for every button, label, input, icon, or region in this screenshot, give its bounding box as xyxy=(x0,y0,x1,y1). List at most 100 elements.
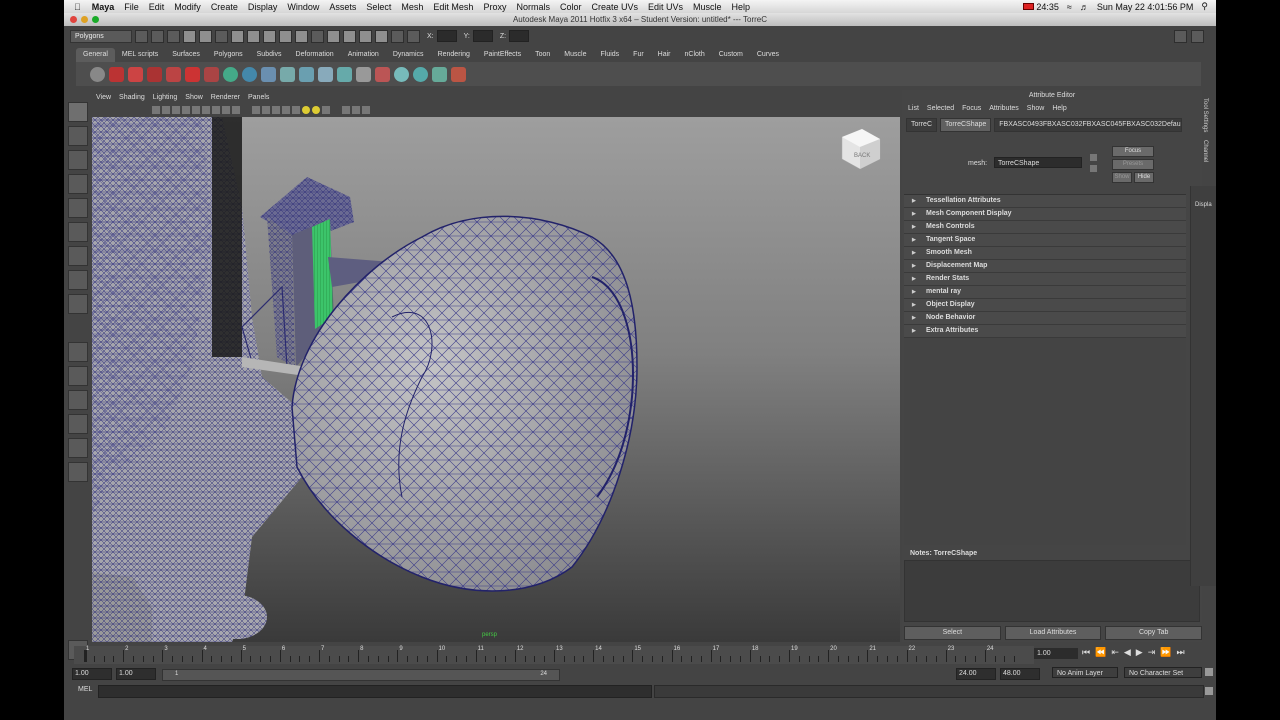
safe-action-icon[interactable] xyxy=(232,106,240,114)
image-plane-icon[interactable] xyxy=(172,106,180,114)
gate-mask-icon[interactable] xyxy=(212,106,220,114)
shelf-tab-custom[interactable]: Custom xyxy=(712,48,750,62)
command-input[interactable] xyxy=(98,685,652,698)
shelf-tab-rendering[interactable]: Rendering xyxy=(431,48,477,62)
presets-button[interactable]: Presets xyxy=(1112,159,1154,170)
go-to-start-icon[interactable]: ⏮ xyxy=(1082,647,1090,658)
shelf-red-tool-icon[interactable] xyxy=(166,66,181,82)
current-frame-field[interactable]: 1.00 xyxy=(1034,648,1078,659)
ae-tab-default-material[interactable]: FBXASC0493FBXASC032FBXASC045FBXASC032Def… xyxy=(994,118,1183,132)
view-cube[interactable]: BACK xyxy=(841,128,881,170)
section-extra-attributes[interactable]: Extra Attributes xyxy=(904,325,1186,338)
section-node-behavior[interactable]: Node Behavior xyxy=(904,312,1186,325)
viewport-menu-shading[interactable]: Shading xyxy=(115,92,149,103)
shelf-sphere-icon[interactable] xyxy=(394,66,409,82)
open-scene-icon[interactable] xyxy=(151,29,164,43)
menu-help[interactable]: Help xyxy=(727,2,756,12)
section-mental-ray[interactable]: mental ray xyxy=(904,286,1186,299)
tool-settings-tab[interactable]: Tool Settings xyxy=(1202,98,1208,132)
wireframe-icon[interactable] xyxy=(252,106,260,114)
range-slider[interactable]: 1 24 xyxy=(162,669,560,681)
y-field[interactable] xyxy=(472,30,493,42)
select-by-object-icon[interactable] xyxy=(199,29,212,43)
copy-tab-button[interactable]: Copy Tab xyxy=(1105,626,1203,640)
menu-file[interactable]: File xyxy=(119,2,144,12)
grid-toggle-icon[interactable] xyxy=(182,106,190,114)
hide-button[interactable]: Hide xyxy=(1134,172,1154,183)
persp-graph-layout-icon[interactable] xyxy=(67,414,88,434)
shelf-red-tool-icon[interactable] xyxy=(185,66,200,82)
viewport-menu-show[interactable]: Show xyxy=(181,92,207,103)
menu-edit[interactable]: Edit xyxy=(144,2,170,12)
menu-window[interactable]: Window xyxy=(282,2,324,12)
section-tangent-space[interactable]: Tangent Space xyxy=(904,234,1186,247)
ae-menu-selected[interactable]: Selected xyxy=(923,105,958,112)
menu-display[interactable]: Display xyxy=(243,2,283,12)
shelf-tab-surfaces[interactable]: Surfaces xyxy=(165,48,207,62)
shelf-sphere-icon[interactable] xyxy=(242,66,257,82)
toggle-attribute-editor-icon[interactable] xyxy=(1174,29,1187,43)
z-field[interactable] xyxy=(509,30,530,42)
go-to-output-icon[interactable] xyxy=(1090,165,1097,172)
shelf-sphere-icon[interactable] xyxy=(223,66,238,82)
menu-proxy[interactable]: Proxy xyxy=(478,2,511,12)
select-tool-icon[interactable] xyxy=(67,102,88,122)
xray-icon[interactable] xyxy=(322,106,330,114)
menu-create[interactable]: Create xyxy=(206,2,243,12)
section-displacement-map[interactable]: Displacement Map xyxy=(904,260,1186,273)
shelf-cube-icon[interactable] xyxy=(299,66,314,82)
move-tool-icon[interactable] xyxy=(67,174,88,194)
character-set-dropdown[interactable]: No Character Set xyxy=(1124,667,1202,678)
menu-select[interactable]: Select xyxy=(361,2,396,12)
shelf-red-tool-icon[interactable] xyxy=(375,66,390,82)
viewport-menu-lighting[interactable]: Lighting xyxy=(149,92,182,103)
high-quality-icon[interactable] xyxy=(352,106,360,114)
mesh-name-field[interactable]: TorreCShape xyxy=(994,157,1082,168)
snap-grid-icon[interactable] xyxy=(231,29,244,43)
paint-select-tool-icon[interactable] xyxy=(67,150,88,170)
play-backwards-icon[interactable]: ◀ xyxy=(1124,647,1131,658)
end-time-field[interactable]: 48.00 xyxy=(1000,668,1040,680)
menu-modify[interactable]: Modify xyxy=(169,2,206,12)
go-to-end-icon[interactable]: ⏭ xyxy=(1176,647,1184,658)
render-settings-icon[interactable] xyxy=(375,29,388,43)
shadows-icon[interactable] xyxy=(312,106,320,114)
shelf-menu-gear-icon[interactable] xyxy=(90,66,105,82)
shelf-tab-toon[interactable]: Toon xyxy=(528,48,557,62)
select-by-component-icon[interactable] xyxy=(215,29,228,43)
scale-tool-icon[interactable] xyxy=(67,222,88,242)
shelf-tab-deformation[interactable]: Deformation xyxy=(289,48,341,62)
history-icon[interactable] xyxy=(311,29,324,43)
lights-icon[interactable] xyxy=(302,106,310,114)
show-manipulator-icon[interactable] xyxy=(67,294,88,314)
snap-curve-icon[interactable] xyxy=(247,29,260,43)
snap-view-plane-icon[interactable] xyxy=(279,29,292,43)
viewport-menu-panels[interactable]: Panels xyxy=(244,92,273,103)
notes-textarea[interactable] xyxy=(904,560,1200,622)
smooth-shade-icon[interactable] xyxy=(262,106,270,114)
channel-box-tab[interactable]: Channel xyxy=(1202,140,1208,162)
persp-graph-hypergraph-layout-icon[interactable] xyxy=(67,462,88,482)
input-output-icon[interactable] xyxy=(391,29,404,43)
playback-start-field[interactable]: 1.00 xyxy=(116,668,156,680)
menu-assets[interactable]: Assets xyxy=(324,2,361,12)
x-field[interactable] xyxy=(436,30,457,42)
anim-prefs-icon[interactable] xyxy=(1205,668,1213,676)
menu-edit-uvs[interactable]: Edit UVs xyxy=(643,2,688,12)
current-time-marker[interactable] xyxy=(84,650,87,662)
ae-tab-torrec[interactable]: TorreC xyxy=(906,118,938,132)
section-smooth-mesh[interactable]: Smooth Mesh xyxy=(904,247,1186,260)
tree-trunk-mesh[interactable] xyxy=(92,117,302,642)
toggle-channel-box-icon[interactable] xyxy=(1191,29,1204,43)
menu-set-dropdown[interactable]: Polygons xyxy=(70,29,132,43)
isolate-select-icon[interactable] xyxy=(342,106,350,114)
shelf-tab-curves[interactable]: Curves xyxy=(750,48,786,62)
ae-menu-help[interactable]: Help xyxy=(1048,105,1070,112)
minimize-window-icon[interactable] xyxy=(81,16,88,23)
wifi-icon[interactable]: ≈ xyxy=(1067,2,1072,12)
anim-layer-dropdown[interactable]: No Anim Layer xyxy=(1052,667,1118,678)
step-back-frame-icon[interactable]: ⇤ xyxy=(1111,647,1119,658)
shelf-red-tool-icon[interactable] xyxy=(109,66,124,82)
menu-mesh[interactable]: Mesh xyxy=(396,2,428,12)
menu-create-uvs[interactable]: Create UVs xyxy=(586,2,643,12)
